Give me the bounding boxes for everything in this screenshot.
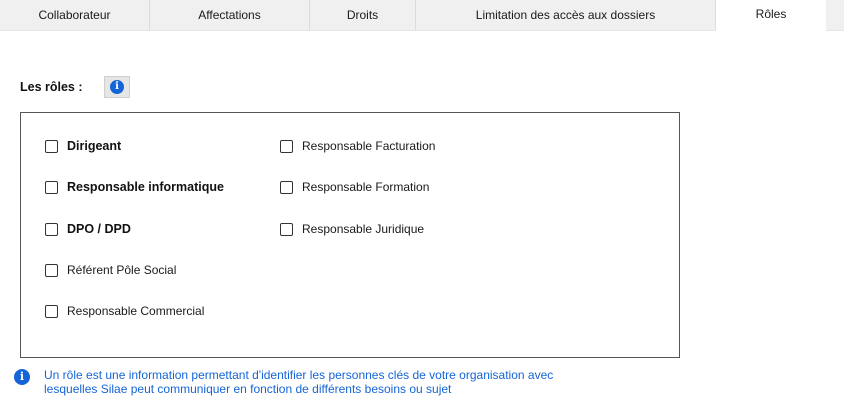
role-checkbox-responsable-informatique[interactable]: Responsable informatique <box>45 180 224 194</box>
info-button[interactable]: i <box>104 76 130 98</box>
checkbox[interactable] <box>45 304 58 318</box>
role-checkbox-dirigeant[interactable]: Dirigeant <box>45 139 121 153</box>
checkbox[interactable] <box>280 222 293 236</box>
role-label: Responsable Juridique <box>302 222 425 236</box>
tab-affectations[interactable]: Affectations <box>150 0 310 30</box>
role-checkbox-dpo-dpd[interactable]: DPO / DPD <box>45 222 131 236</box>
checkbox[interactable] <box>280 139 293 153</box>
role-checkbox-responsable-commercial[interactable]: Responsable Commercial <box>45 304 204 318</box>
tab-limitation-acces[interactable]: Limitation des accès aux dossiers <box>416 0 716 30</box>
role-label: DPO / DPD <box>67 222 131 236</box>
role-label: Dirigeant <box>67 139 122 153</box>
tab-collaborateur[interactable]: Collaborateur <box>0 0 150 30</box>
checkbox[interactable] <box>45 222 58 236</box>
info-icon: i <box>14 369 30 385</box>
tab-droits[interactable]: Droits <box>310 0 416 30</box>
role-checkbox-referent-pole-social[interactable]: Référent Pôle Social <box>45 263 176 277</box>
checkbox[interactable] <box>45 263 58 277</box>
role-checkbox-responsable-formation[interactable]: Responsable Formation <box>280 180 429 194</box>
note-text: Un rôle est une information permettant d… <box>44 368 664 396</box>
note-line-1: Un rôle est une information permettant d… <box>44 368 554 382</box>
role-label: Responsable Facturation <box>302 139 436 153</box>
role-checkbox-responsable-juridique[interactable]: Responsable Juridique <box>280 222 424 236</box>
role-label: Responsable informatique <box>67 180 224 194</box>
roles-title: Les rôles : <box>20 80 83 94</box>
role-label: Responsable Commercial <box>67 304 205 318</box>
tab-roles[interactable]: Rôles <box>716 0 826 32</box>
checkbox[interactable] <box>45 139 58 153</box>
checkbox[interactable] <box>280 180 293 194</box>
role-label: Responsable Formation <box>302 180 430 194</box>
roles-group-box: Dirigeant Responsable informatique DPO /… <box>20 112 680 358</box>
role-label: Référent Pôle Social <box>67 263 177 277</box>
info-icon: i <box>110 80 124 94</box>
note-line-2: lesquelles Silae peut communiquer en fon… <box>44 382 452 396</box>
tab-bar: Collaborateur Affectations Droits Limita… <box>0 0 844 32</box>
roles-info-note: i Un rôle est une information permettant… <box>14 368 664 396</box>
role-checkbox-responsable-facturation[interactable]: Responsable Facturation <box>280 139 435 153</box>
checkbox[interactable] <box>45 180 58 194</box>
